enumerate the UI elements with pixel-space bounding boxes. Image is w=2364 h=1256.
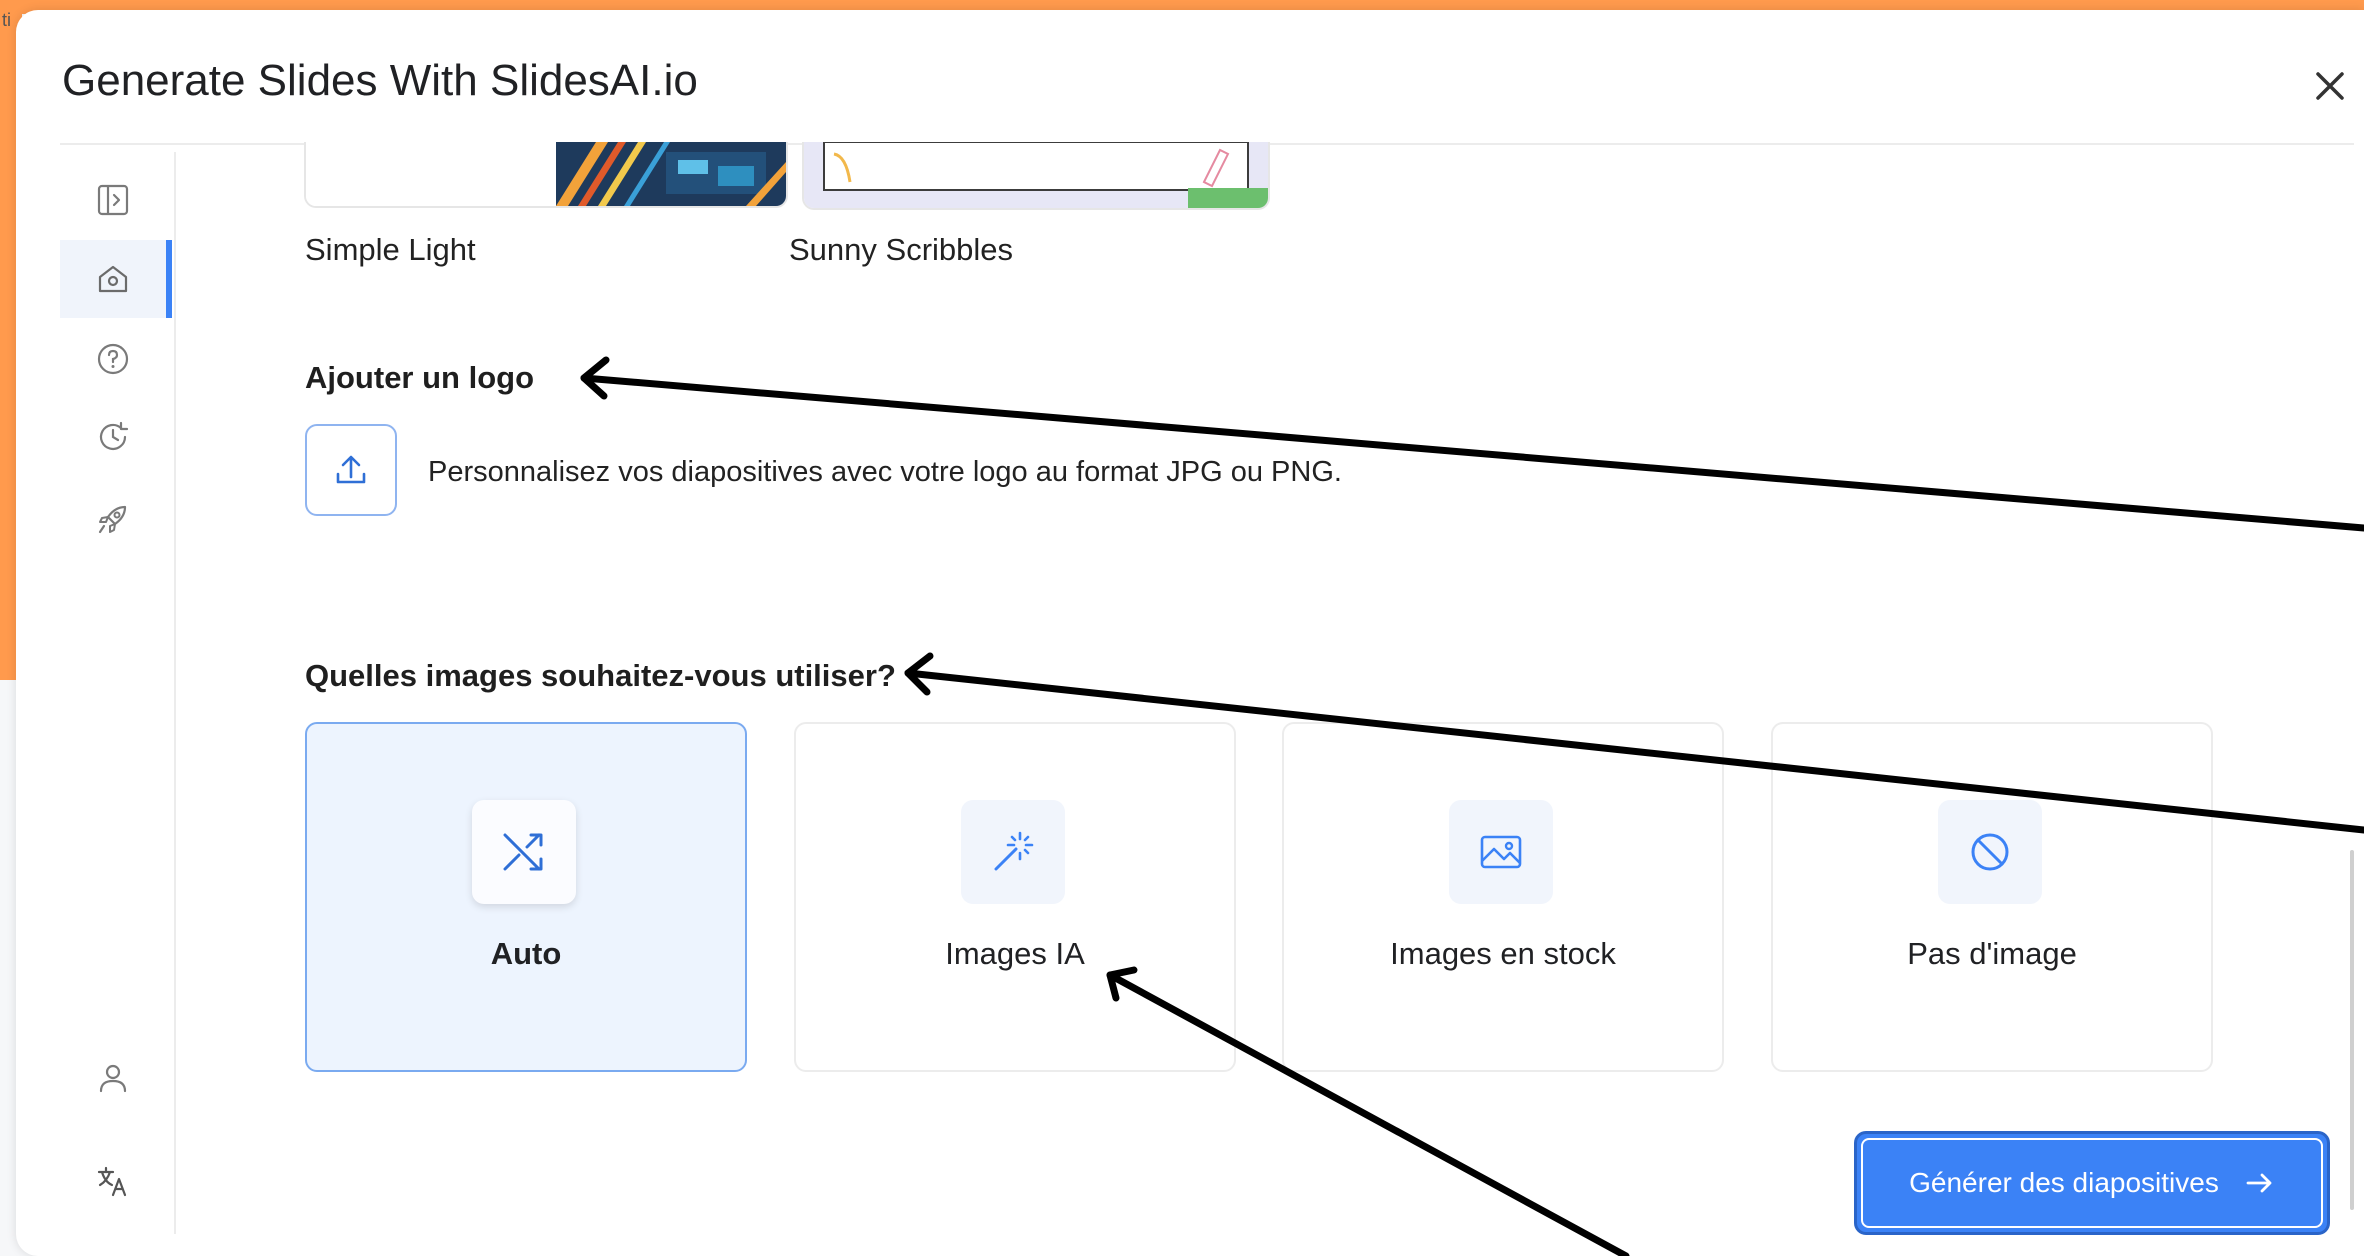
theme-label-sunny-scribbles: Sunny Scribbles (789, 232, 1014, 267)
slides-dialog: Generate Slides With SlidesAI.io Simple … (16, 10, 2364, 1256)
sidebar-item-language[interactable] (60, 1142, 166, 1220)
image-option-auto[interactable]: Auto (305, 722, 747, 1072)
theme-preview-image (306, 142, 786, 206)
sidebar-toggle-button[interactable] (60, 161, 166, 239)
sidebar-item-help[interactable] (60, 320, 166, 398)
theme-thumbnail-simple-light[interactable] (304, 142, 788, 208)
option-icon-wrapper (472, 800, 576, 904)
shuffle-icon (503, 833, 543, 871)
logo-heading: Ajouter un logo (305, 360, 535, 395)
option-label: Images IA (945, 936, 1085, 971)
rocket-icon (98, 505, 127, 534)
sidebar-item-history[interactable] (60, 398, 166, 476)
panel-expand-icon (97, 184, 129, 216)
sidebar-item-launch[interactable] (60, 480, 166, 558)
home-icon (98, 265, 128, 293)
scrollbar[interactable] (2350, 850, 2354, 1210)
help-icon (97, 343, 129, 375)
option-icon-wrapper (961, 800, 1065, 904)
user-icon (99, 1064, 127, 1093)
sidebar-item-home[interactable] (60, 240, 172, 318)
upload-icon (336, 455, 366, 484)
sidebar-item-account[interactable] (60, 1039, 166, 1117)
image-option-none[interactable]: Pas d'image (1771, 722, 2213, 1072)
image-icon (1480, 835, 1522, 869)
option-label: Pas d'image (1907, 936, 2077, 971)
logo-description: Personnalisez vos diapositives avec votr… (428, 456, 1342, 488)
upload-logo-button[interactable] (305, 424, 397, 516)
arrow-right-icon (2246, 1173, 2272, 1193)
translate-icon (97, 1166, 127, 1197)
dialog-title: Generate Slides With SlidesAI.io (62, 56, 698, 105)
image-option-stock[interactable]: Images en stock (1282, 722, 1724, 1072)
history-icon (99, 421, 129, 450)
theme-preview-image (804, 142, 1268, 208)
images-heading: Quelles images souhaitez-vous utiliser? (305, 658, 896, 693)
corner-glyph: ti (2, 10, 11, 30)
option-label: Auto (490, 936, 562, 971)
ban-icon (1971, 833, 2009, 871)
sidebar-divider (174, 152, 176, 1234)
option-icon-wrapper (1449, 800, 1553, 904)
generate-slides-label: Générer des diapositives (1909, 1167, 2219, 1198)
close-icon (2316, 72, 2344, 100)
close-button[interactable] (2306, 62, 2354, 110)
generate-slides-button[interactable]: Générer des diapositives (1854, 1131, 2330, 1235)
magic-wand-icon (994, 831, 1034, 871)
option-label: Images en stock (1390, 936, 1616, 971)
image-option-ai[interactable]: Images IA (794, 722, 1236, 1072)
theme-label-simple-light: Simple Light (305, 232, 476, 267)
option-icon-wrapper (1938, 800, 2042, 904)
theme-thumbnail-sunny-scribbles[interactable] (802, 142, 1270, 210)
